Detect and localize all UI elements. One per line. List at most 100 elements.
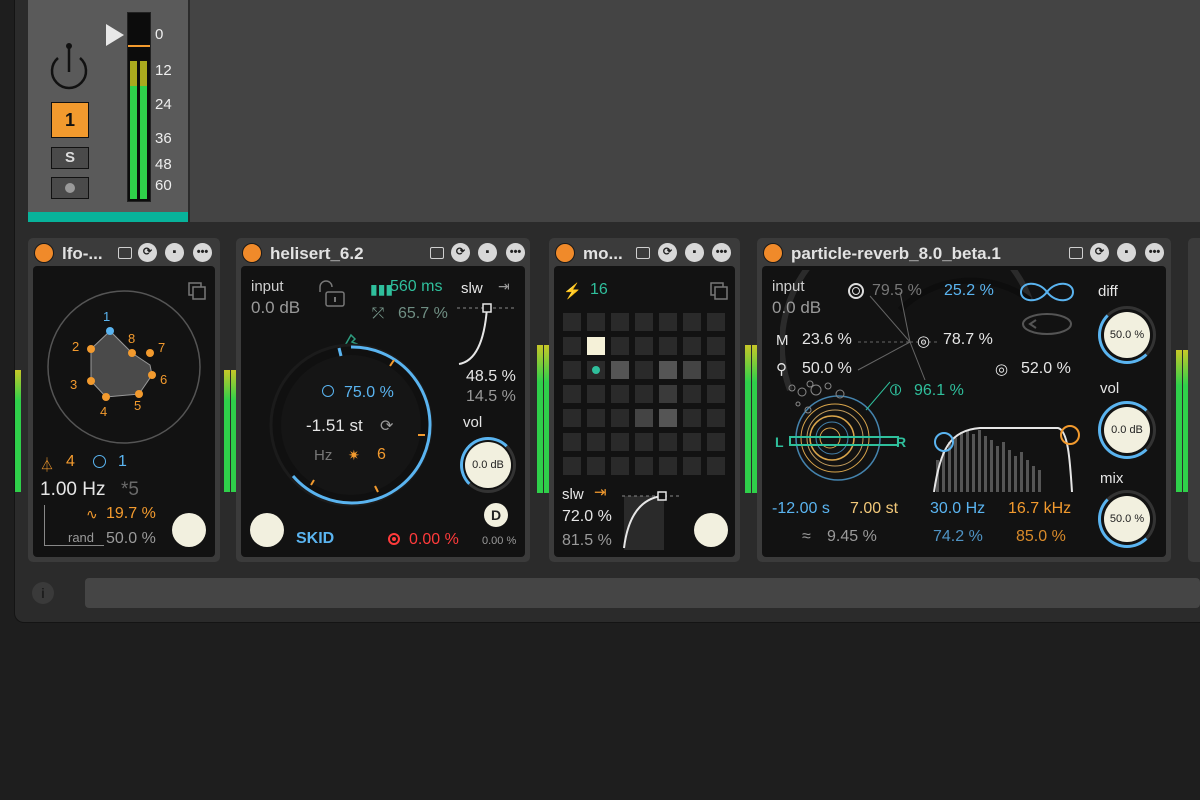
mod-more-icon[interactable]: ••• bbox=[712, 243, 731, 262]
lfo-refresh-icon[interactable]: ⟳ bbox=[138, 243, 157, 262]
particle-vol-knob[interactable]: 0.0 dB bbox=[1104, 407, 1150, 453]
slw-jump-icon[interactable]: ⇥ bbox=[498, 278, 510, 295]
lfo-point-8: 8 bbox=[128, 331, 136, 346]
particle-more-icon[interactable]: ••• bbox=[1145, 243, 1164, 262]
helisert-hz[interactable]: Hz bbox=[314, 447, 332, 464]
helisert-d-knob[interactable]: D bbox=[484, 503, 508, 527]
lfo-shape-editor[interactable] bbox=[44, 287, 204, 447]
helisert-d-value[interactable]: 0.00 % bbox=[482, 535, 516, 547]
lfo-wave-amount[interactable]: 19.7 % bbox=[106, 505, 156, 523]
spread-icon: ◎ bbox=[917, 333, 931, 350]
particle-calendar-icon[interactable] bbox=[1069, 247, 1083, 259]
arm-button[interactable] bbox=[51, 177, 89, 199]
mod-save-icon[interactable]: ▪ bbox=[685, 243, 704, 262]
lfo-calendar-icon[interactable] bbox=[118, 247, 132, 259]
record-icon[interactable] bbox=[388, 533, 400, 545]
particle-mix-knob[interactable]: 50.0 % bbox=[1104, 496, 1150, 542]
particle-param-f[interactable]: 52.0 % bbox=[1021, 360, 1071, 378]
lfo-map-button[interactable] bbox=[172, 513, 206, 547]
helisert-slw-curve[interactable] bbox=[457, 300, 517, 366]
mod-slw-value[interactable]: 72.0 % bbox=[562, 508, 612, 526]
mod-slw-curve[interactable] bbox=[622, 486, 682, 550]
particle-pitch[interactable]: 7.00 st bbox=[850, 500, 898, 518]
helisert-slw-value[interactable]: 48.5 % bbox=[466, 368, 516, 386]
helisert-dial-percent[interactable]: 75.0 % bbox=[344, 384, 394, 402]
lfo-axis-v bbox=[44, 505, 45, 545]
helisert-calendar-icon[interactable] bbox=[430, 247, 444, 259]
particle-high-cut[interactable]: 16.7 kHz bbox=[1008, 500, 1071, 518]
particle-diff-label: diff bbox=[1098, 283, 1118, 300]
lfo-more-icon[interactable]: ••• bbox=[193, 243, 212, 262]
pitch-loop-icon[interactable]: ⟳ bbox=[380, 416, 393, 436]
meter-scale-36: 36 bbox=[155, 130, 172, 147]
helisert-more-icon[interactable]: ••• bbox=[506, 243, 525, 262]
particle-diff-knob[interactable]: 50.0 % bbox=[1104, 312, 1150, 358]
mod-map-button[interactable] bbox=[694, 513, 728, 547]
meter-left bbox=[130, 61, 137, 199]
lfo-point-4: 4 bbox=[100, 404, 108, 419]
volume-slider-handle[interactable] bbox=[106, 24, 124, 46]
lfo-loop-value[interactable]: 1 bbox=[118, 453, 127, 471]
track-volume-meter[interactable] bbox=[127, 12, 151, 202]
track-color-bar bbox=[28, 212, 188, 222]
lfo-rand-value[interactable]: 50.0 % bbox=[106, 530, 156, 548]
lfo-point-5: 5 bbox=[134, 398, 142, 413]
helisert-input-value[interactable]: 0.0 dB bbox=[251, 298, 300, 318]
helisert-power-button[interactable] bbox=[242, 243, 262, 263]
particle-param-c[interactable]: 23.6 % bbox=[802, 331, 852, 349]
info-icon[interactable]: i bbox=[32, 582, 54, 604]
lfo-point-7: 7 bbox=[158, 340, 166, 355]
particle-param-e[interactable]: 50.0 % bbox=[802, 360, 852, 378]
particle-param-b[interactable]: 25.2 % bbox=[944, 282, 994, 300]
mod-steps-value[interactable]: 16 bbox=[590, 281, 608, 299]
mod-slw-jump-icon[interactable]: ⇥ bbox=[594, 483, 607, 501]
helisert-map-button[interactable] bbox=[250, 513, 284, 547]
track-activator-button[interactable]: 1 bbox=[51, 102, 89, 138]
particle-high-amount[interactable]: 85.0 % bbox=[1016, 528, 1066, 546]
lfo-multiplier[interactable]: *5 bbox=[121, 479, 139, 501]
helisert-pitch[interactable]: -1.51 st bbox=[306, 416, 363, 436]
particle-refresh-icon[interactable]: ⟳ bbox=[1090, 243, 1109, 262]
particle-decay[interactable]: -12.00 s bbox=[772, 500, 830, 518]
steps-bolt-icon: ⚡ bbox=[563, 283, 582, 300]
particle-title: particle-reverb_8.0_beta.1 bbox=[791, 244, 1001, 263]
helisert-time[interactable]: 560 ms bbox=[390, 278, 442, 296]
helisert-slw-value2[interactable]: 14.5 % bbox=[466, 388, 516, 406]
particle-eq-display[interactable] bbox=[930, 420, 1080, 492]
helisert-vol-knob[interactable]: 0.0 dB bbox=[465, 442, 511, 488]
particle-param-g[interactable]: 96.1 % bbox=[914, 382, 964, 400]
particle-param-d[interactable]: 78.7 % bbox=[943, 331, 993, 349]
particle-low-amount[interactable]: 74.2 % bbox=[933, 528, 983, 546]
helisert-rec-value[interactable]: 0.00 % bbox=[409, 531, 459, 549]
mod-refresh-icon[interactable]: ⟳ bbox=[658, 243, 677, 262]
helisert-voices[interactable]: 6 bbox=[377, 446, 386, 464]
particle-low-cut[interactable]: 30.0 Hz bbox=[930, 500, 985, 518]
mod-copy-icon[interactable] bbox=[710, 282, 728, 300]
particle-save-icon[interactable]: ▪ bbox=[1117, 243, 1136, 262]
solo-button[interactable]: S bbox=[51, 147, 89, 169]
chain-meter-3a bbox=[745, 345, 751, 493]
helisert-input-label: input bbox=[251, 278, 284, 295]
helisert-refresh-icon[interactable]: ⟳ bbox=[451, 243, 470, 262]
lock-icon[interactable] bbox=[316, 280, 346, 308]
mod-power-button[interactable] bbox=[555, 243, 575, 263]
track-power-icon[interactable] bbox=[44, 42, 94, 94]
particle-mod-amount[interactable]: 9.45 % bbox=[827, 528, 877, 546]
infinite-freeze-icon[interactable] bbox=[1018, 278, 1076, 338]
mod-slw-value2[interactable]: 81.5 % bbox=[562, 532, 612, 550]
particle-power-button[interactable] bbox=[763, 243, 783, 263]
lfo-steps-value[interactable]: 4 bbox=[66, 453, 75, 471]
mod-step-grid[interactable] bbox=[563, 313, 729, 479]
chain-meter-2a bbox=[537, 345, 543, 493]
lfo-rate-value[interactable]: 1.00 Hz bbox=[40, 479, 105, 501]
particle-param-a[interactable]: 79.5 % bbox=[872, 282, 922, 300]
wave-icon: ∿ bbox=[86, 506, 98, 522]
lfo-power-button[interactable] bbox=[34, 243, 54, 263]
helisert-mode[interactable]: SKID bbox=[296, 530, 334, 548]
particle-input-value[interactable]: 0.0 dB bbox=[772, 298, 821, 318]
meter-scale-12: 12 bbox=[155, 62, 172, 79]
lfo-axis-h bbox=[44, 545, 104, 546]
lfo-save-icon[interactable]: ▪ bbox=[165, 243, 184, 262]
helisert-save-icon[interactable]: ▪ bbox=[478, 243, 497, 262]
mod-calendar-icon[interactable] bbox=[636, 247, 650, 259]
